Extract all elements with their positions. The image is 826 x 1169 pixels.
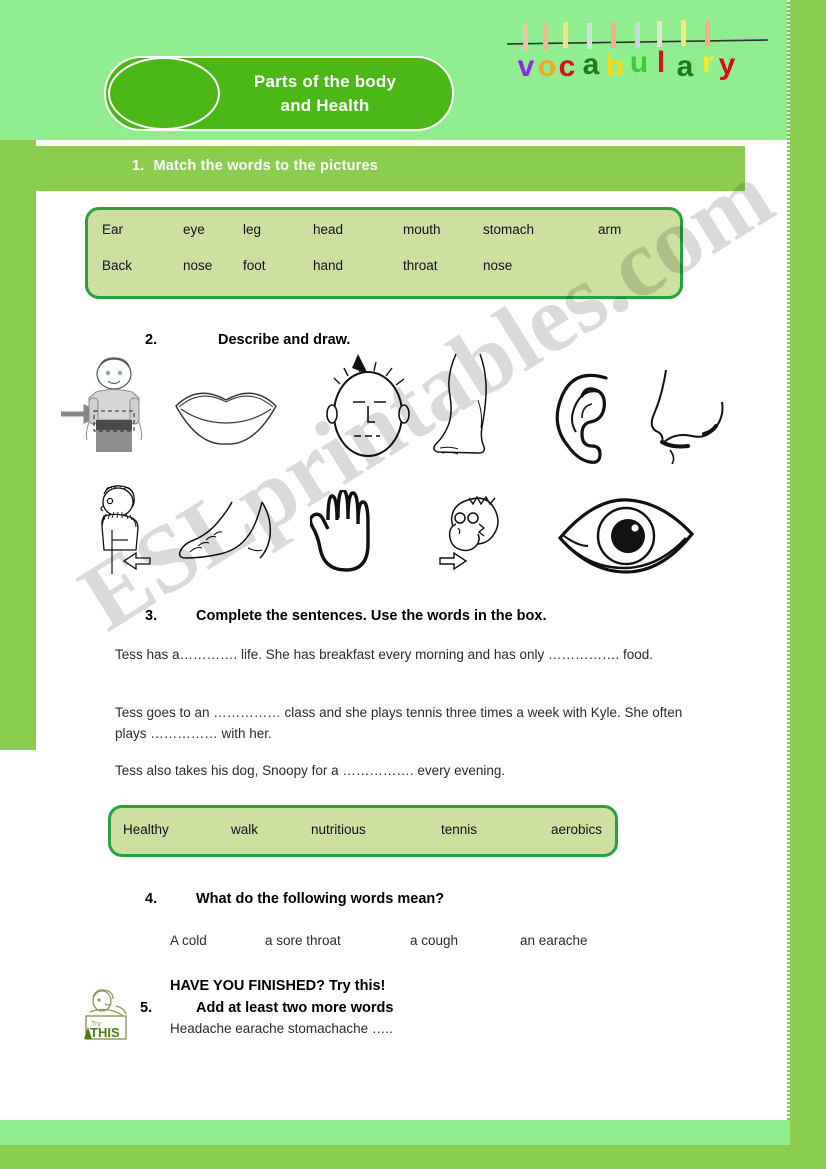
right-strip-divider <box>787 0 790 1169</box>
word-item: aerobics <box>551 822 603 837</box>
picture-eye <box>557 498 695 574</box>
word-item: throat <box>403 258 438 273</box>
right-green-strip <box>790 0 826 1169</box>
word-item: tennis <box>441 822 478 837</box>
exercise-4-number: 4. <box>145 891 158 907</box>
word-item: foot <box>243 258 266 273</box>
try-this-sign-icon: Try THIS <box>84 989 127 1040</box>
word-box-body-parts: Ear eye leg head mouth stomach arm Back nose foo… <box>85 207 683 299</box>
svg-text:o: o <box>538 50 556 83</box>
word-item: Healthy <box>123 822 169 837</box>
exercise-3-heading: Complete the sentences. Use the words in… <box>196 608 547 624</box>
word-item: Ear <box>102 222 124 237</box>
picture-stomach <box>61 357 143 452</box>
svg-text:v: v <box>518 50 535 83</box>
word-item: stomach <box>483 222 535 237</box>
title-line-1: Parts of the body <box>253 72 397 91</box>
exercise-3-number: 3. <box>145 608 158 624</box>
page-title: Parts of the body and Health <box>210 60 440 128</box>
bottom-dark-band <box>0 1145 826 1169</box>
picture-head <box>326 354 410 457</box>
bottom-light-band <box>0 1120 790 1145</box>
exercise-3-sentence-3: Tess also takes his dog, Snoopy for a ……… <box>115 763 506 778</box>
picture-ear <box>555 373 608 464</box>
picture-mouth <box>175 392 277 445</box>
word-item: hand <box>313 258 344 273</box>
title-circle-decoration <box>108 57 220 130</box>
word-item: eye <box>183 222 205 237</box>
exercise-4-word: a cough <box>410 933 459 948</box>
exercise-4-heading: What do the following words mean? <box>196 891 445 907</box>
exercise-4-word: a sore throat <box>265 933 341 948</box>
svg-text:c: c <box>559 50 576 83</box>
picture-nose <box>650 369 724 464</box>
picture-throat <box>439 495 499 571</box>
svg-text:a: a <box>583 48 600 81</box>
word-item: Back <box>102 258 133 273</box>
exercise-3-sentence-1: Tess has a…………. life. She has breakfast … <box>115 647 653 662</box>
word-item: arm <box>598 222 622 237</box>
exercise-1-number: 1. <box>132 158 145 174</box>
exercise-3-sentence-2: Tess goes to an …………… class and she play… <box>115 705 683 741</box>
exercise-5-heading: Add at least two more words <box>196 1000 394 1016</box>
word-box-health-words: Healthy walk nutritious tennis aerobics <box>108 805 618 857</box>
svg-text:u: u <box>630 46 648 79</box>
exercise-1-label: Match the words to the pictures <box>153 158 379 174</box>
exercise-4-word: an earache <box>520 933 588 948</box>
exercise-5-banner: HAVE YOU FINISHED? Try this! <box>170 978 386 994</box>
word-item: mouth <box>403 222 441 237</box>
exercise-2-number: 2. <box>145 332 158 348</box>
word-item: nose <box>483 258 513 273</box>
svg-text:THIS: THIS <box>90 1025 120 1040</box>
word-item: nutritious <box>311 822 366 837</box>
exercise-2-heading: Describe and draw. <box>218 332 351 348</box>
exercise-5-number: 5. <box>140 1000 153 1016</box>
svg-text:y: y <box>719 48 736 81</box>
exercise-1-heading: 1. Match the words to the pictures <box>132 158 378 174</box>
picture-hand <box>310 490 370 572</box>
exercise-5-word-list: Headache earache stomachache ….. <box>170 1021 393 1036</box>
vocabulary-letters-icon: v o c a b u l a r y <box>506 20 769 83</box>
exercise-4-word: A cold <box>170 933 207 948</box>
picture-back <box>100 485 151 574</box>
svg-text:a: a <box>677 50 694 83</box>
worksheet-page: Parts of the body and Health v o c a b u… <box>0 0 826 1169</box>
title-line-2: and Health <box>280 96 370 115</box>
word-item: leg <box>243 222 262 237</box>
svg-text:r: r <box>702 46 714 79</box>
word-item: nose <box>183 258 213 273</box>
svg-text:l: l <box>657 46 665 79</box>
picture-leg <box>433 353 487 455</box>
left-green-band <box>0 140 36 750</box>
picture-foot <box>178 501 272 559</box>
word-item: walk <box>231 822 259 837</box>
word-item: head <box>313 222 344 237</box>
svg-text:b: b <box>606 50 624 83</box>
